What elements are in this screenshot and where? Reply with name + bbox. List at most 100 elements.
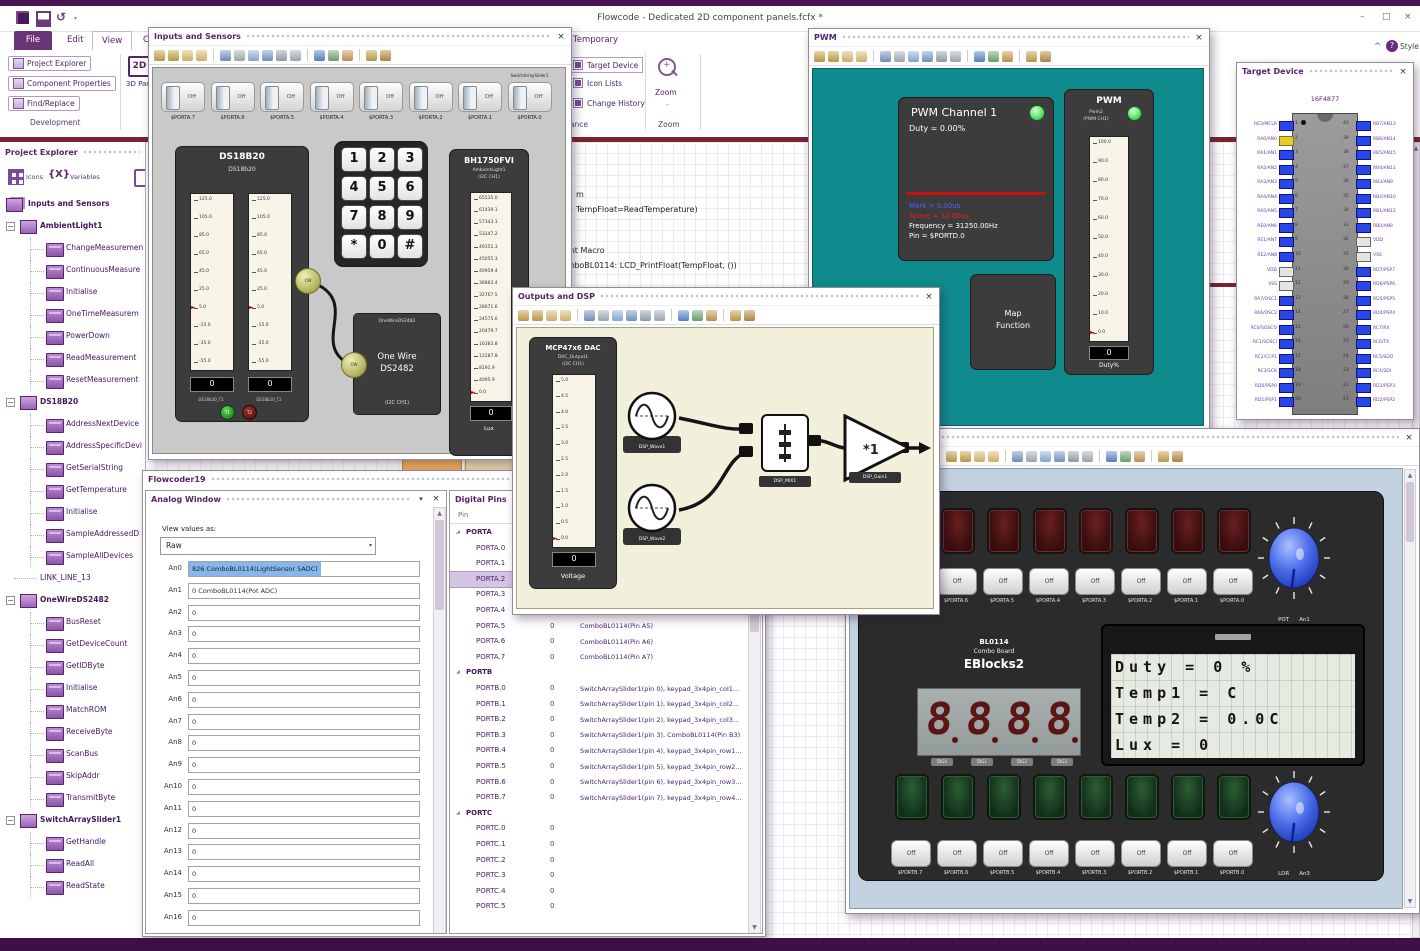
tree-item-resetmeasurement[interactable]: ResetMeasurement xyxy=(0,370,145,392)
zoom-button-label[interactable]: Zoom xyxy=(655,88,677,97)
pwm-slider-block[interactable]: PWM Pwm2 (PWM CH1) 100.0 90.0 80.0 70.0 60.0… xyxy=(1064,89,1154,375)
restore-button[interactable]: □ xyxy=(1382,12,1391,22)
analog-close-icon[interactable]: × xyxy=(431,494,441,504)
analog-value-input[interactable]: 0 xyxy=(188,626,420,643)
chip-pin-26[interactable] xyxy=(1356,324,1371,335)
project-explorer-button[interactable]: Project Explorer xyxy=(8,56,92,71)
keypad-key-1[interactable]: 1 xyxy=(341,147,367,172)
chip-pin-37[interactable] xyxy=(1356,164,1371,175)
analog-value-input[interactable]: 0 xyxy=(188,670,420,686)
analog-value-input[interactable]: 0 xyxy=(188,909,420,926)
tab-edit[interactable]: Edit xyxy=(58,31,92,50)
chip-pin-35[interactable] xyxy=(1356,193,1371,204)
chip-pin-25[interactable] xyxy=(1356,339,1371,350)
digital-pin-row-portc.2[interactable]: PORTC.2 0 xyxy=(450,853,734,868)
toolbar-icon[interactable] xyxy=(1002,50,1013,62)
digital-pin-row-portc.3[interactable]: PORTC.3 0 xyxy=(450,868,734,883)
toolbar-icon[interactable] xyxy=(1120,450,1131,462)
target-window-titlebar[interactable]: Target Device × xyxy=(1237,63,1413,80)
toolbar-icon[interactable] xyxy=(828,50,839,62)
board-switch-$portb.6[interactable]: Off xyxy=(937,840,977,867)
tab-file[interactable]: File xyxy=(14,31,52,50)
switch-knob[interactable] xyxy=(166,86,180,110)
group-expand-icon[interactable]: ◢ xyxy=(456,810,460,816)
digital-pin-row-portb.5[interactable]: PORTB.5 0 SwitchArraySlider1(pin 5), keypa… xyxy=(450,759,742,774)
target-chip[interactable] xyxy=(1292,113,1358,415)
toolbar-icon[interactable] xyxy=(1026,50,1037,62)
analog-value-input[interactable]: 0 ComboBL0114(Pot ADC) xyxy=(188,582,420,599)
analog-value-input[interactable]: 826 ComboBL0114(LightSensor 5ADC) xyxy=(188,561,420,577)
toolbar-icon[interactable] xyxy=(974,50,985,62)
analog-window-titlebar[interactable]: Analog Window ▾ × xyxy=(146,491,446,507)
chip-pin-30[interactable] xyxy=(1356,266,1371,277)
chip-pin-32[interactable] xyxy=(1356,237,1371,248)
tree-item-skipaddr[interactable]: SkipAddr xyxy=(0,766,145,788)
tree-item-getidbyte[interactable]: GetIDByte xyxy=(0,656,145,678)
keypad-key-7[interactable]: 7 xyxy=(341,205,367,230)
tree-item-transmitbyte[interactable]: TransmitByte xyxy=(0,788,145,810)
digital-pin-row-portb.6[interactable]: PORTB.6 0 SwitchArraySlider1(pin 6), keypa… xyxy=(450,775,742,790)
board-switch-$portb.1[interactable]: Off xyxy=(1167,840,1207,867)
toolbar-icon[interactable] xyxy=(974,450,985,462)
digital-pin-row-portc[interactable]: ◢ PORTC xyxy=(450,806,734,821)
keypad-key-*[interactable]: * xyxy=(341,234,367,259)
dac-voltage-slider[interactable]: 5.0 4.5 4.0 3.5 3.0 2.5 2.0 1.5 1.0 0.5 0.0 ► xyxy=(552,374,596,548)
keypad-key-9[interactable]: 9 xyxy=(397,205,423,230)
port-switch-$porta.0[interactable]: Off xyxy=(507,82,552,112)
digital-pin-row-portc.5[interactable]: PORTC.5 0 xyxy=(450,899,734,914)
digital-pin-row-portb[interactable]: ◢ PORTB xyxy=(450,665,734,680)
keypad-key-#[interactable]: # xyxy=(397,234,423,259)
toolbar-icon[interactable] xyxy=(1106,450,1117,462)
knob-ldr[interactable] xyxy=(1251,768,1337,868)
toolbar-icon[interactable] xyxy=(1158,450,1169,462)
project-explorer-panel-header[interactable]: Project Explorer xyxy=(0,144,145,161)
analog-value-input[interactable]: 0 xyxy=(188,713,420,730)
zoom-icon[interactable]: + xyxy=(658,58,678,77)
chip-pin-36[interactable] xyxy=(1356,179,1371,190)
board-switch-$porta.6[interactable]: Off xyxy=(937,568,977,595)
digital-pin-row-porta.5[interactable]: PORTA.5 0 ComboBL0114(Pin A5) xyxy=(450,619,734,634)
chip-pin-39[interactable] xyxy=(1356,135,1371,146)
target-device-checkbox-row[interactable]: Target Device xyxy=(568,57,644,73)
switch-knob[interactable] xyxy=(413,86,428,110)
keypad-key-5[interactable]: 5 xyxy=(369,176,395,201)
toolbar-icon[interactable] xyxy=(856,50,867,62)
chip-pin-23[interactable] xyxy=(1356,368,1371,379)
board-switch-$portb.0[interactable]: Off xyxy=(1213,840,1253,867)
tree-item-receivebyte[interactable]: ReceiveByte xyxy=(0,722,145,744)
toolbar-icon[interactable] xyxy=(1040,450,1051,462)
slider-marker[interactable]: ► xyxy=(191,305,196,311)
digital-pin-row-porta.7[interactable]: PORTA.7 0 ComboBL0114(Pin A7) xyxy=(450,650,734,665)
port-switch-$porta.7[interactable]: Off xyxy=(161,82,205,112)
keypad-key-2[interactable]: 2 xyxy=(369,147,395,172)
tree-item-readstate[interactable]: ReadState xyxy=(0,876,145,898)
toolbar-icon[interactable] xyxy=(1082,450,1093,462)
analog-value-input[interactable]: 0 xyxy=(188,604,420,621)
slider-marker[interactable]: ► xyxy=(553,536,558,542)
board-switch-$portb.4[interactable]: Off xyxy=(1029,840,1069,867)
tree-item-sampleaddressedd[interactable]: SampleAddressedD xyxy=(0,524,145,546)
pwm-window-titlebar[interactable]: PWM × xyxy=(809,29,1209,46)
tree-item-initialise[interactable]: Initialise xyxy=(0,502,145,524)
component-properties-button[interactable]: Component Properties xyxy=(8,76,116,91)
switch-knob[interactable] xyxy=(265,86,279,110)
toolbar-icon[interactable] xyxy=(988,450,999,462)
analog-value-input[interactable]: 0 xyxy=(188,779,420,795)
digital-pin-row-portb.2[interactable]: PORTB.2 0 SwitchArraySlider1(pin 2), keypa… xyxy=(450,712,739,727)
toolbar-icon[interactable] xyxy=(922,50,933,62)
digital-pin-row-portc.1[interactable]: PORTC.1 0 xyxy=(450,837,734,852)
mcp47x6-dac-block[interactable]: MCP47x6 DAC DAC_Output1 (I2C CH1) 5.0 4.5… xyxy=(529,337,617,589)
toolbar-icon[interactable] xyxy=(842,50,853,62)
board-switch-$portb.2[interactable]: Off xyxy=(1121,840,1161,867)
tree-expander-icon[interactable]: − xyxy=(6,398,15,407)
tree-item-onewireds2482[interactable]: − OneWireDS2482 xyxy=(0,590,145,612)
toolbar-icon[interactable] xyxy=(988,50,999,62)
ds18b20-slider-2[interactable]: 125.0 105.0 85.0 65.0 45.0 25.0 5.0 ► -15.0 -35.0… xyxy=(248,193,292,371)
icon-lists-checkbox[interactable] xyxy=(573,78,583,88)
board-close-icon[interactable]: × xyxy=(1404,433,1414,443)
chip-pin-24[interactable] xyxy=(1356,353,1371,364)
toolbar-icon[interactable] xyxy=(946,450,957,462)
tree-item-ds18b20[interactable]: − DS18B20 xyxy=(0,392,145,414)
digital-pin-row-portb.7[interactable]: PORTB.7 0 SwitchArraySlider1(pin 7), keypa… xyxy=(450,790,742,805)
chip-pin-21[interactable] xyxy=(1356,397,1371,408)
